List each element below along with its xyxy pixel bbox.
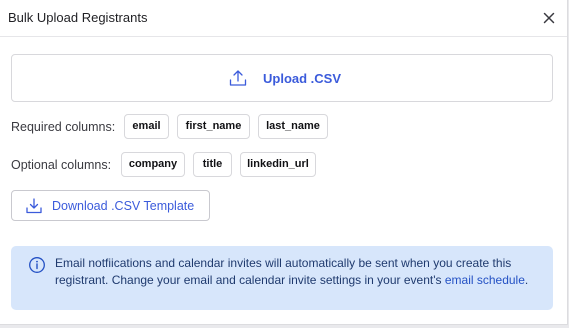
email-schedule-link[interactable]: email schedule xyxy=(445,273,525,287)
dialog-header: Bulk Upload Registrants xyxy=(0,0,567,37)
close-icon[interactable] xyxy=(540,9,558,27)
required-columns-label: Required columns: xyxy=(11,120,116,134)
upload-icon xyxy=(228,68,248,88)
download-csv-template-button[interactable]: Download .CSV Template xyxy=(11,190,210,221)
optional-columns-label: Optional columns: xyxy=(11,158,112,172)
dialog-title: Bulk Upload Registrants xyxy=(8,10,148,25)
download-csv-template-label: Download .CSV Template xyxy=(52,199,195,213)
notice-body-text: Email notfiications and calendar invites… xyxy=(55,256,512,287)
email-notification-notice: Email notfiications and calendar invites… xyxy=(11,246,553,310)
upload-csv-label: Upload .CSV xyxy=(263,71,342,86)
required-column-chip: email xyxy=(124,114,169,139)
optional-column-chip: title xyxy=(193,152,232,177)
optional-column-chip: linkedin_url xyxy=(240,152,316,177)
optional-column-chip: company xyxy=(121,152,185,177)
download-icon xyxy=(25,197,43,215)
notice-text: Email notfiications and calendar invites… xyxy=(55,255,543,288)
required-column-chip: first_name xyxy=(177,114,250,139)
bulk-upload-dialog: Bulk Upload Registrants Upload .CSV Requ… xyxy=(0,0,568,325)
upload-csv-button[interactable]: Upload .CSV xyxy=(11,54,553,102)
required-column-chip: last_name xyxy=(258,114,328,139)
info-icon xyxy=(28,256,46,274)
notice-end-text: . xyxy=(524,272,529,287)
